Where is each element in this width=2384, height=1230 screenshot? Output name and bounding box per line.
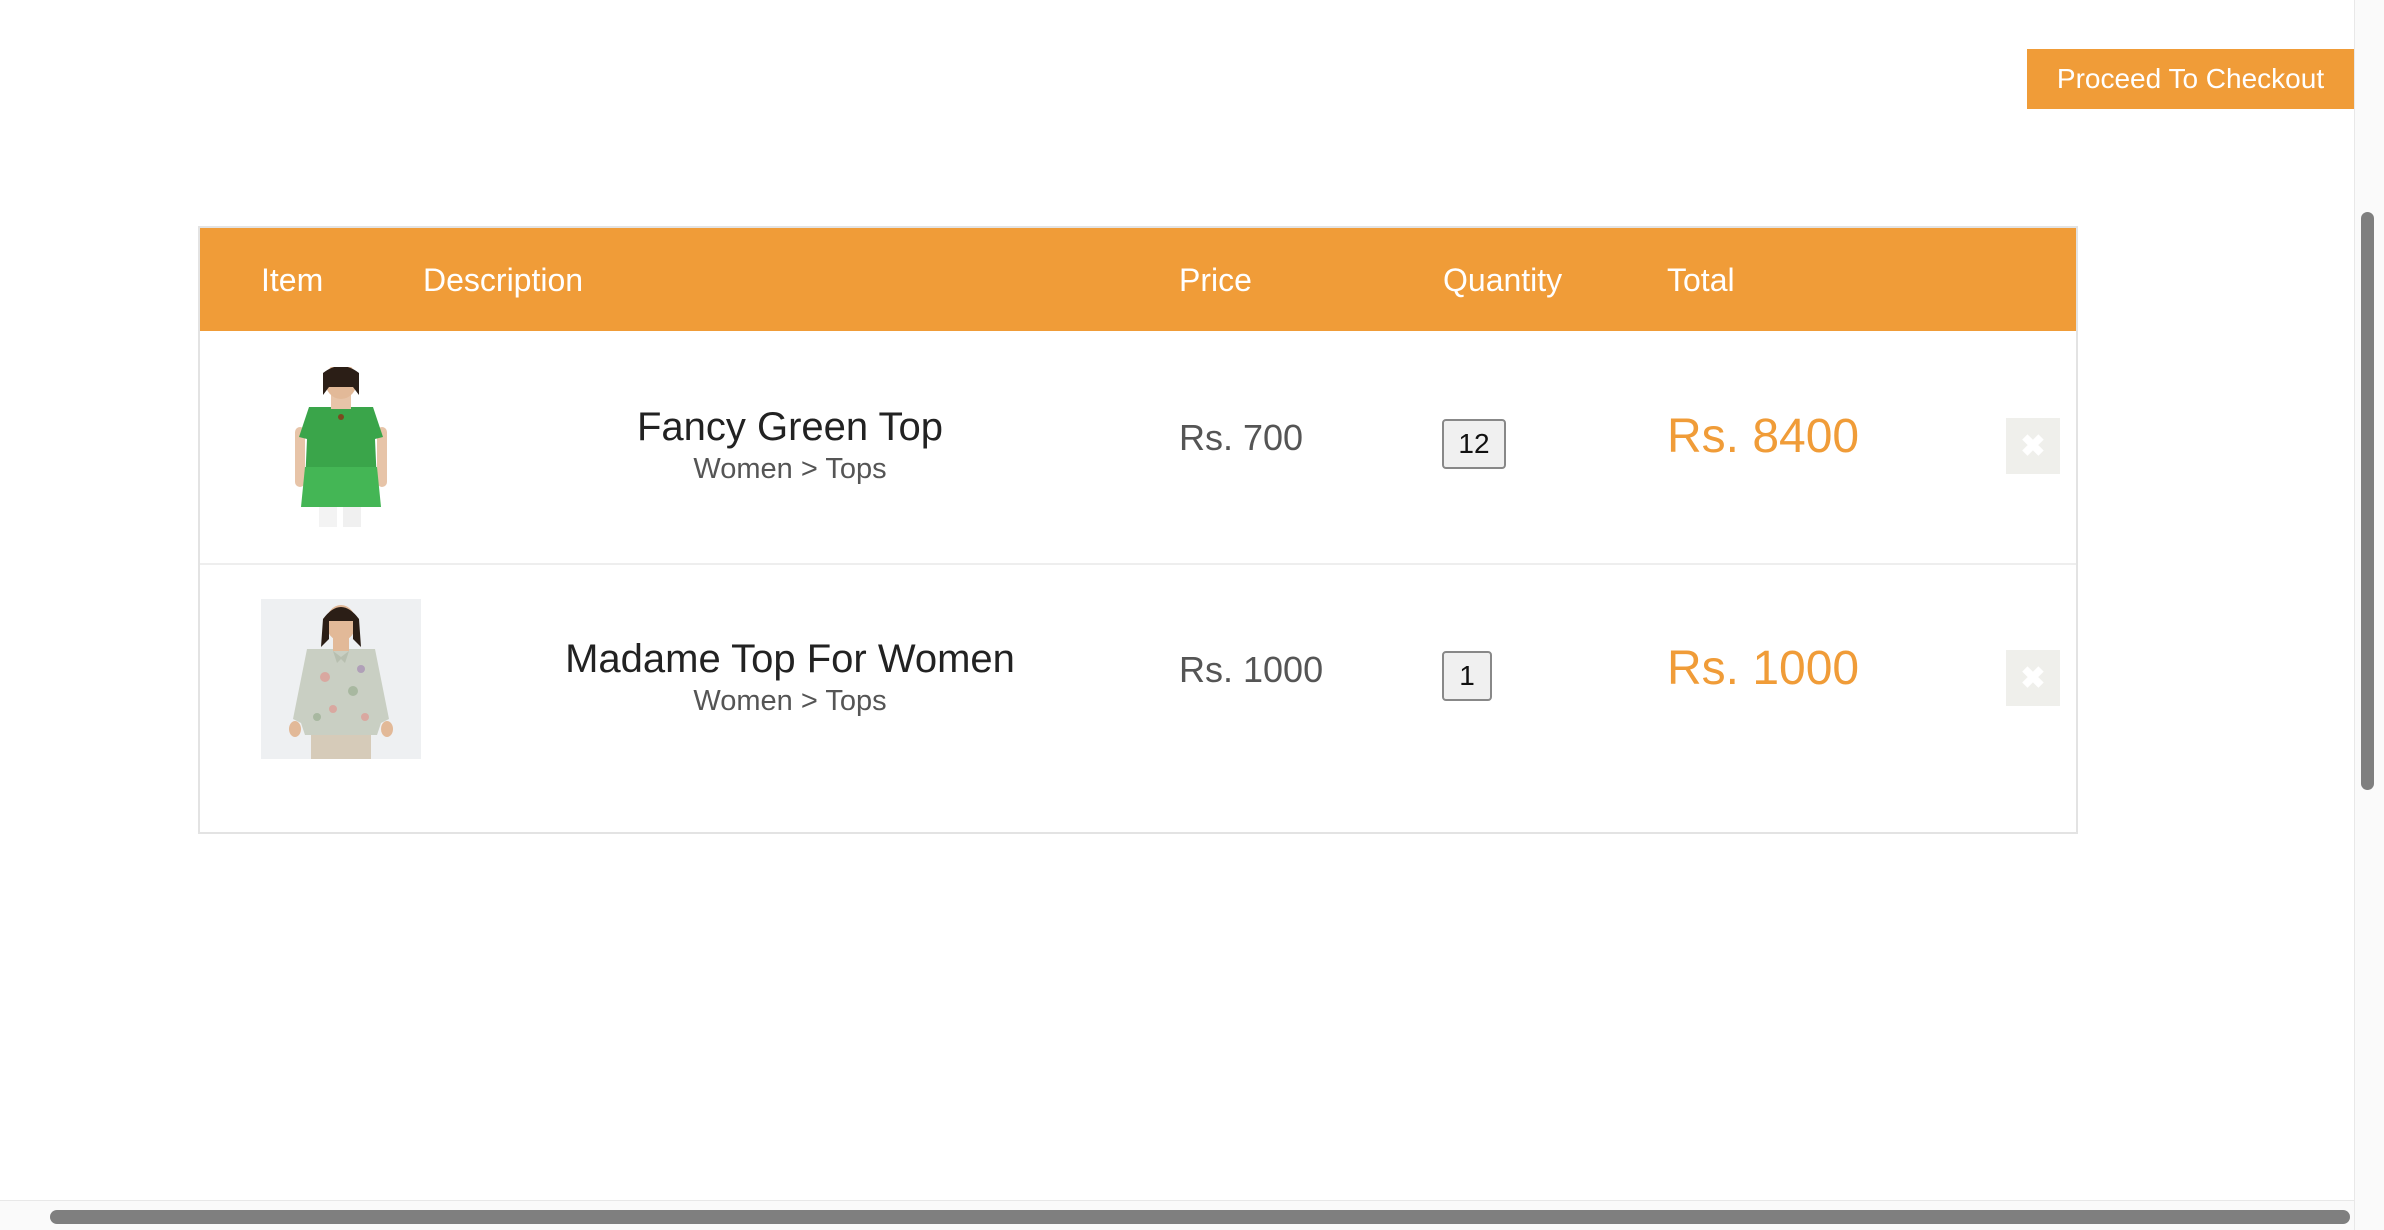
horizontal-scrollbar[interactable] [0,1200,2354,1230]
product-description: Fancy Green Top Women > Tops [490,403,1090,487]
floral-top-product-image [261,599,421,759]
horizontal-scrollbar-thumb[interactable] [50,1210,2350,1224]
product-image[interactable] [261,599,421,759]
cart-row: Fancy Green Top Women > Tops Rs. 700 12 … [200,331,2076,565]
product-price: Rs. 1000 [1179,649,1324,690]
header-total: Total [1667,262,1735,298]
header-item: Item [261,262,324,298]
header-price: Price [1179,262,1252,298]
product-image[interactable] [261,367,421,527]
proceed-to-checkout-button[interactable]: Proceed To Checkout [2027,49,2354,109]
close-icon: ✖ [2020,429,2046,463]
remove-item-button[interactable]: ✖ [2006,418,2060,474]
product-price: Rs. 700 [1179,417,1304,458]
row-total: Rs. 8400 [1667,410,1860,463]
product-name[interactable]: Fancy Green Top [490,403,1090,451]
green-top-product-image [261,367,421,527]
close-icon: ✖ [2020,661,2046,695]
quantity-field[interactable]: 1 [1442,651,1492,701]
cart-table-header: Item Description Price Quantity Total [200,228,2076,331]
remove-item-button[interactable]: ✖ [2006,650,2060,706]
product-description: Madame Top For Women Women > Tops [490,635,1090,719]
header-description: Description [423,262,584,298]
product-category: Women > Tops [693,453,887,485]
product-category: Women > Tops [693,685,887,717]
row-total: Rs. 1000 [1667,642,1860,695]
product-name[interactable]: Madame Top For Women [490,635,1090,683]
cart-page: Proceed To Checkout Item Description Pri… [0,0,2384,1230]
cart-table: Item Description Price Quantity Total Fa… [198,226,2078,834]
vertical-scrollbar-thumb[interactable] [2361,212,2374,790]
cart-row: Madame Top For Women Women > Tops Rs. 10… [200,563,2076,795]
vertical-scrollbar[interactable] [2354,0,2384,1230]
quantity-field[interactable]: 12 [1442,419,1506,469]
header-quantity: Quantity [1443,262,1563,298]
